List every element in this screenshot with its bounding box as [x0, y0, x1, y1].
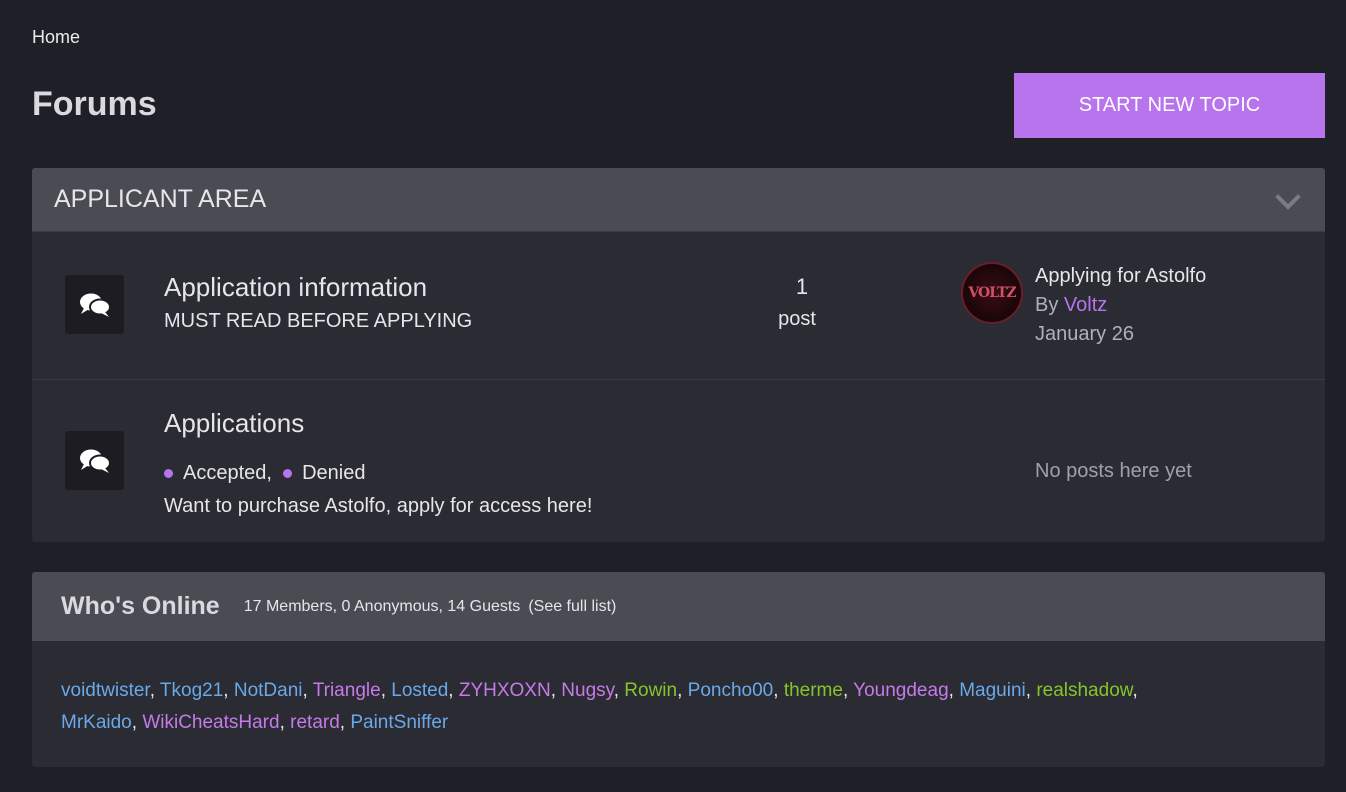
category-title[interactable]: APPLICANT AREA: [54, 185, 266, 214]
category-header: APPLICANT AREA: [32, 168, 1325, 232]
online-header: Who's Online 17 Members, 0 Anonymous, 14…: [32, 572, 1325, 641]
member-separator: ,: [302, 680, 313, 701]
category-applicant-area: APPLICANT AREA Application information M…: [32, 168, 1325, 542]
online-member-link[interactable]: Losted: [391, 680, 448, 701]
online-member-link[interactable]: NotDani: [234, 680, 303, 701]
breadcrumb-home[interactable]: Home: [32, 27, 80, 48]
avatar-text: VOLTZ: [968, 285, 1016, 301]
last-post-date: January 26: [1035, 323, 1134, 345]
online-member-link[interactable]: Triangle: [313, 680, 381, 701]
member-separator: ,: [279, 712, 291, 733]
member-separator: ,: [149, 680, 160, 701]
member-separator: ,: [448, 680, 459, 701]
no-posts-text: No posts here yet: [1035, 460, 1192, 482]
online-member-link[interactable]: MrKaido: [61, 712, 132, 733]
member-separator: ,: [1025, 680, 1037, 701]
member-separator: ,: [677, 680, 688, 701]
online-member-link[interactable]: Rowin: [624, 680, 677, 701]
member-separator: ,: [380, 680, 392, 701]
forum-row-application-information: Application information MUST READ BEFORE…: [32, 232, 1325, 380]
page-title: Forums: [32, 85, 157, 123]
online-member-link[interactable]: PaintSniffer: [350, 712, 448, 733]
online-member-link[interactable]: ZYHXOXN: [459, 680, 551, 701]
online-member-link[interactable]: realshadow: [1036, 680, 1132, 701]
chat-bubbles-icon: [65, 431, 124, 490]
avatar[interactable]: VOLTZ: [961, 262, 1023, 324]
online-counts: 17 Members, 0 Anonymous, 14 Guests: [243, 597, 521, 615]
last-post-title[interactable]: Applying for Astolfo: [1035, 265, 1206, 288]
subforum-dot-icon: [283, 469, 293, 478]
forum-title[interactable]: Applications: [164, 408, 304, 439]
member-separator: ,: [613, 680, 625, 701]
online-member-link[interactable]: Youngdeag: [853, 680, 948, 701]
online-member-list: voidtwister, Tkog21, NotDani, Triangle, …: [32, 641, 1325, 739]
member-separator: ,: [948, 680, 960, 701]
forum-description: Want to purchase Astolfo, apply for acce…: [164, 495, 593, 517]
member-separator: ,: [842, 680, 854, 701]
online-member-link[interactable]: Tkog21: [160, 680, 223, 701]
online-member-link[interactable]: Maguini: [959, 680, 1026, 701]
by-prefix: By: [1035, 294, 1064, 316]
member-separator: ,: [1132, 680, 1138, 701]
post-count: 1: [795, 274, 809, 299]
start-new-topic-button[interactable]: START NEW TOPIC: [1014, 73, 1325, 138]
forum-title[interactable]: Application information: [164, 272, 427, 303]
chevron-down-icon[interactable]: [1275, 184, 1301, 210]
online-member-link[interactable]: therme: [784, 680, 843, 701]
member-separator: ,: [773, 680, 784, 701]
subforum-dot-icon: [164, 469, 173, 478]
member-separator: ,: [550, 680, 562, 701]
subforum-denied[interactable]: Denied: [302, 462, 365, 485]
subforum-list: Accepted, Denied: [164, 462, 365, 485]
last-post-author-line: By Voltz: [1035, 294, 1107, 317]
forum-description: MUST READ BEFORE APPLYING: [164, 310, 473, 332]
subforum-accepted[interactable]: Accepted: [183, 462, 266, 485]
forum-row-applications: Applications Accepted, Denied Want to pu…: [32, 380, 1325, 542]
online-member-link[interactable]: WikiCheatsHard: [142, 712, 279, 733]
online-member-link[interactable]: Nugsy: [561, 680, 613, 701]
post-count-label: post: [778, 308, 816, 330]
member-separator: ,: [339, 712, 351, 733]
whos-online-panel: Who's Online 17 Members, 0 Anonymous, 14…: [32, 572, 1325, 767]
online-title: Who's Online: [61, 592, 220, 620]
online-member-link[interactable]: voidtwister: [61, 680, 150, 701]
chat-bubbles-icon: [65, 275, 124, 334]
see-full-list-link[interactable]: (See full list): [528, 598, 616, 616]
online-member-link[interactable]: retard: [290, 712, 340, 733]
last-post-author-link[interactable]: Voltz: [1064, 294, 1107, 316]
online-member-link[interactable]: Poncho00: [688, 680, 774, 701]
member-separator: ,: [223, 680, 234, 701]
member-separator: ,: [131, 712, 143, 733]
